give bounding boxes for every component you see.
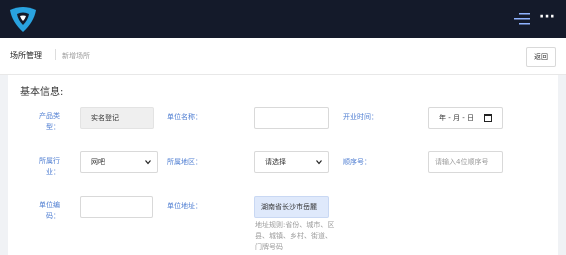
region-label: 所属地区： <box>167 158 202 166</box>
back-button[interactable]: 返回 <box>526 47 556 67</box>
product-type-label: 产品类型： <box>39 112 60 131</box>
chevron-down-icon <box>145 160 151 165</box>
serial-label: 顺序号： <box>343 158 371 166</box>
breadcrumb-main[interactable]: 场所管理 <box>10 50 42 61</box>
open-time-date-input[interactable]: 年 - 月 - 日 <box>428 107 503 129</box>
region-select[interactable]: 请选择 <box>254 151 329 173</box>
breadcrumb-divider <box>55 49 56 60</box>
open-time-value: 年 - 月 - 日 <box>439 114 474 122</box>
more-dots-icon[interactable]: ··· <box>539 10 555 26</box>
section-title: 基本信息: <box>20 87 64 98</box>
menu-lines-icon[interactable] <box>514 13 530 25</box>
unit-code-label: 单位编码： <box>39 201 60 220</box>
industry-label: 所属行业： <box>39 157 60 176</box>
top-navigation-bar: ··· <box>0 0 566 38</box>
address-hint: 地址规则:省份、城市、区县、城镇、乡村、街道、门牌号码 <box>255 221 335 251</box>
breadcrumb-current: 新增场所 <box>62 52 90 60</box>
form-card: 基本信息: 产品类型： 实名登记 单位名称： 开业时间： 年 - 月 - 日 所… <box>8 75 558 255</box>
unit-address-label: 单位地址： <box>167 202 202 210</box>
unit-name-label: 单位名称： <box>167 113 202 121</box>
unit-code-input[interactable] <box>80 196 153 218</box>
product-type-field: 实名登记 <box>80 107 154 129</box>
industry-value: 网吧 <box>91 158 105 166</box>
app-logo[interactable] <box>8 4 38 34</box>
open-time-label: 开业时间： <box>343 113 378 121</box>
breadcrumb-bar: 场所管理 新增场所 返回 <box>0 38 566 75</box>
region-value: 请选择 <box>265 158 286 166</box>
calendar-icon[interactable] <box>484 114 492 122</box>
chevron-down-icon <box>316 160 322 165</box>
unit-name-input[interactable] <box>254 107 329 129</box>
serial-input[interactable]: 请输入4位顺序号 <box>428 151 503 173</box>
industry-select[interactable]: 网吧 <box>80 151 158 173</box>
unit-address-input[interactable]: 湖南省长沙市岳麓 <box>254 196 329 218</box>
